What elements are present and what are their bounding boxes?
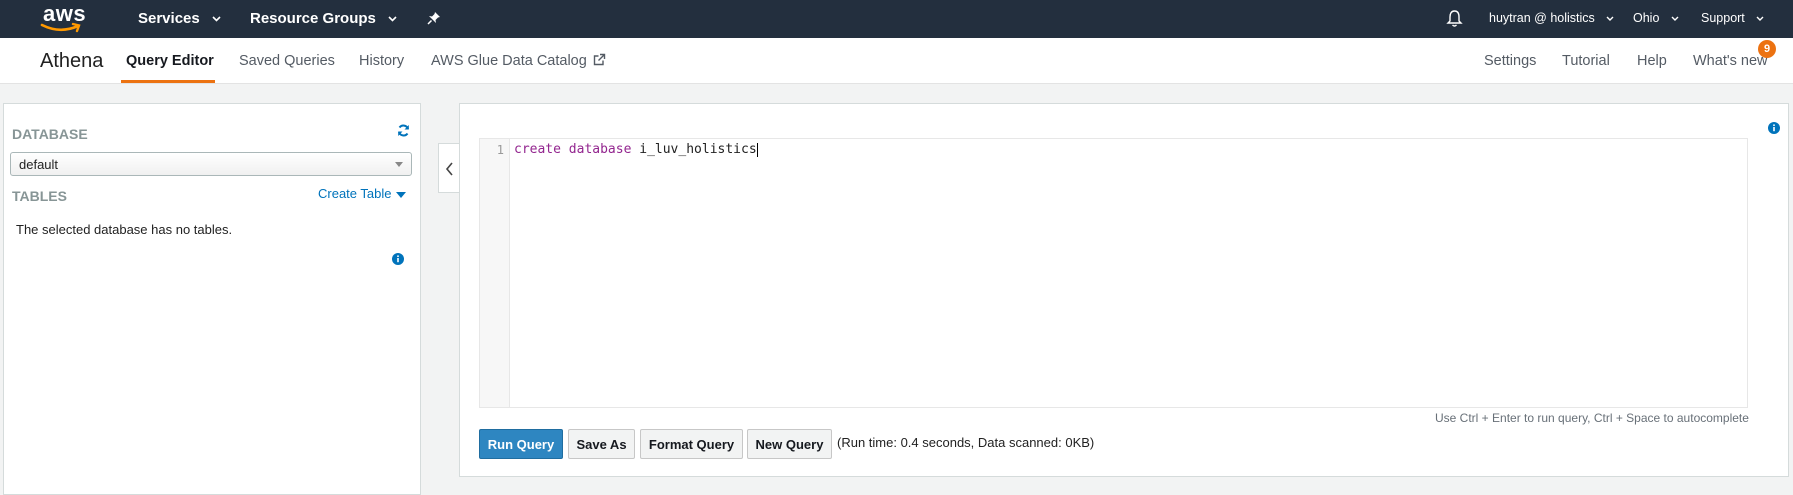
line-number: 1 [496,143,504,157]
save-as-button[interactable]: Save As [568,429,635,459]
query-status: (Run time: 0.4 seconds, Data scanned: 0K… [837,435,1095,450]
bell-icon[interactable] [1446,9,1463,33]
format-query-button[interactable]: Format Query [640,429,743,459]
services-label: Services [138,10,200,27]
sql-keyword: database [568,142,632,157]
create-table-dropdown[interactable]: Create Table [318,186,407,201]
chevron-down-icon [212,16,221,22]
line-gutter: 1 [480,139,510,407]
database-select[interactable]: default [10,152,412,176]
dropdown-arrow-icon [395,162,403,167]
tutorial-link[interactable]: Tutorial [1562,53,1610,69]
sql-keyword: create [514,142,561,157]
info-icon[interactable] [392,252,404,270]
help-link[interactable]: Help [1637,53,1667,69]
database-heading: DATABASE [12,126,88,142]
create-table-label: Create Table [318,186,392,201]
resource-groups-menu[interactable]: Resource Groups [250,10,397,27]
aws-logo[interactable]: aws [40,1,92,34]
whats-new-badge: 9 [1758,40,1776,58]
whats-new-link[interactable]: What's new [1693,53,1768,69]
tab-query-editor[interactable]: Query Editor [126,53,214,69]
text-cursor [756,143,758,157]
database-sidebar: DATABASE default TABLES Create Table The… [3,103,421,495]
tab-history[interactable]: History [359,53,404,69]
tab-glue-label: AWS Glue Data Catalog [431,53,587,69]
user-label: huytran @ holistics [1489,11,1595,25]
chevron-left-icon [445,162,453,176]
athena-subnav: Athena Query Editor Saved Queries Histor… [0,38,1793,84]
collapse-sidebar-button[interactable] [438,143,460,193]
tab-saved-queries[interactable]: Saved Queries [239,53,335,69]
user-menu[interactable]: huytran @ holistics [1489,11,1614,25]
support-menu[interactable]: Support [1701,11,1764,25]
service-title: Athena [40,50,104,72]
database-select-value: default [19,157,59,172]
resource-groups-label: Resource Groups [250,10,376,27]
sql-code-line[interactable]: create database i_luv_holistics [514,142,758,157]
sql-identifier: i_luv_holistics [639,142,757,157]
region-label: Ohio [1633,11,1660,25]
top-nav: aws Services Resource Groups huytran @ h… [0,0,1793,38]
new-query-button[interactable]: New Query [747,429,832,459]
keyboard-hint: Use Ctrl + Enter to run query, Ctrl + Sp… [1435,411,1749,425]
tab-glue-data-catalog[interactable]: AWS Glue Data Catalog [431,53,606,69]
region-menu[interactable]: Ohio [1633,11,1679,25]
external-link-icon [593,53,606,66]
info-icon[interactable] [1768,121,1780,139]
pin-icon[interactable] [427,11,441,30]
services-menu[interactable]: Services [138,10,221,27]
chevron-down-icon [1671,16,1679,22]
chevron-down-icon [1756,16,1764,22]
settings-link[interactable]: Settings [1484,53,1536,69]
empty-tables-message: The selected database has no tables. [16,222,233,237]
chevron-down-icon [1606,16,1614,22]
caret-down-icon [396,191,407,198]
chevron-down-icon [388,16,397,22]
smile-arrow-icon [40,22,81,33]
refresh-icon[interactable] [397,124,410,142]
tables-heading: TABLES [12,188,67,204]
active-tab-indicator [121,80,215,83]
sql-editor[interactable]: 1 create database i_luv_holistics [479,138,1748,408]
run-query-button[interactable]: Run Query [479,429,563,459]
support-label: Support [1701,11,1745,25]
